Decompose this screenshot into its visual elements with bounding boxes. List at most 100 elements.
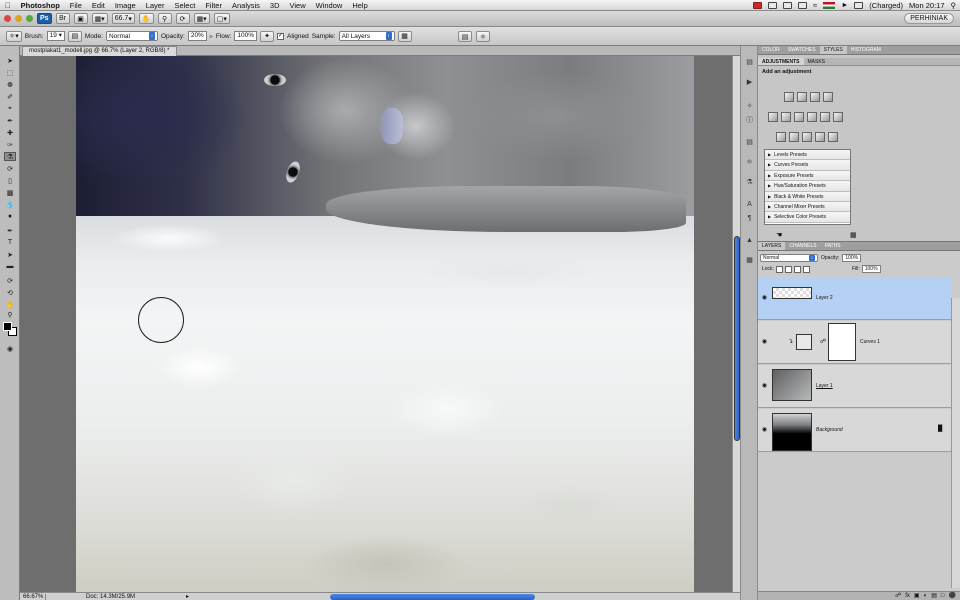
eyedropper-tool-icon[interactable]: ✒ — [4, 116, 16, 125]
canvas-area[interactable] — [20, 56, 732, 592]
sample-select[interactable]: All Layers ↕ — [338, 31, 395, 41]
preset-channel-mixer[interactable]: ▶ Channel Mixer Presets — [765, 201, 850, 213]
quick-selection-tool-icon[interactable]: ✐ — [4, 92, 16, 101]
3d-panel-icon[interactable]: ▲ — [744, 236, 755, 245]
brush-picker[interactable]: 19 ▾ — [46, 31, 65, 41]
pressure-opacity-icon[interactable]: ▹ — [210, 33, 213, 40]
layer-name[interactable]: Background — [816, 427, 843, 433]
brightness-contrast-icon[interactable] — [784, 92, 794, 102]
crop-tool-icon[interactable]: ⌖ — [4, 104, 16, 113]
preset-curves[interactable]: ▶ Curves Presets — [765, 160, 850, 171]
return-to-list-icon[interactable]: ☚ — [776, 231, 782, 239]
clock[interactable]: Mon 20:17 — [909, 1, 944, 10]
new-group-icon[interactable]: ▤ — [931, 592, 937, 600]
preset-levels[interactable]: ▶ Levels Presets — [765, 150, 850, 161]
eye-visibility-icon[interactable]: ◉ — [761, 426, 768, 433]
healing-brush-tool-icon[interactable]: ✚ — [4, 128, 16, 137]
tab-histogram[interactable]: HISTOGRAM — [847, 46, 885, 54]
tab-paths[interactable]: PATHS — [821, 242, 845, 250]
pressure-size-icon[interactable]: ⚛ — [476, 31, 490, 42]
navigator-panel-icon[interactable]: ✧ — [744, 102, 755, 111]
menu-edit[interactable]: Edit — [87, 1, 110, 10]
status-menu-arrow-icon[interactable]: ▸ — [186, 593, 189, 600]
3d-orbit-tool-icon[interactable]: ⟲ — [4, 288, 16, 297]
threshold-icon[interactable] — [802, 132, 812, 142]
lock-position-icon[interactable] — [793, 265, 801, 273]
tab-channels[interactable]: CHANNELS — [785, 242, 820, 250]
window-status-icon[interactable] — [767, 2, 777, 9]
hand-tool-icon[interactable]: ✋ — [138, 13, 154, 24]
brush-tool-icon[interactable]: ✑ — [4, 140, 16, 149]
link-layers-icon[interactable]: ☍ — [895, 592, 901, 600]
marquee-tool-icon[interactable]: ⬚ — [4, 68, 16, 77]
character-panel-icon[interactable]: A — [744, 200, 755, 209]
spotlight-icon[interactable]: ⚲ — [951, 1, 957, 10]
minimize-window-button[interactable] — [15, 15, 22, 22]
zoom-tool-icon[interactable]: ⚲ — [4, 310, 16, 319]
layer-row-layer-2[interactable]: ◉ Layer 2 — [758, 277, 951, 320]
aligned-checkbox[interactable]: ✓ — [277, 32, 285, 40]
apple-menu-icon[interactable]:  — [0, 1, 16, 10]
tab-color[interactable]: COLOR — [758, 46, 784, 54]
black-white-icon[interactable] — [807, 112, 817, 122]
path-selection-tool-icon[interactable]: ➤ — [4, 250, 16, 259]
eraser-tool-icon[interactable]: ▯ — [4, 176, 16, 185]
history-brush-tool-icon[interactable]: ⟳ — [4, 164, 16, 173]
ignore-adjustment-layers-icon[interactable]: ▦ — [397, 30, 412, 42]
menu-select[interactable]: Select — [169, 1, 200, 10]
3d-rotate-tool-icon[interactable]: ⟳ — [4, 276, 16, 285]
input-language-flag-icon[interactable] — [823, 2, 836, 9]
eye-visibility-icon[interactable]: ◉ — [761, 338, 768, 345]
paragraph-panel-icon[interactable]: ¶ — [744, 214, 755, 223]
bluetooth-icon[interactable] — [797, 2, 807, 9]
dodge-tool-icon[interactable]: ● — [4, 212, 16, 221]
vibrance-icon[interactable] — [768, 112, 778, 122]
type-tool-icon[interactable]: T — [4, 238, 16, 247]
blur-tool-icon[interactable]: 💧 — [4, 200, 16, 209]
canvas-vertical-scrollbar[interactable] — [732, 56, 740, 592]
new-adjustment-layer-icon[interactable]: ◐ — [924, 592, 928, 600]
layers-scrollbar[interactable] — [951, 298, 960, 588]
view-extras-button[interactable]: ▦▾ — [91, 13, 108, 24]
arrange-documents-button[interactable]: ▦▾ — [193, 13, 210, 24]
adobe-status-icon[interactable] — [752, 2, 762, 9]
screen-mode-button[interactable]: ▢▾ — [213, 13, 230, 24]
preset-black-white[interactable]: ▶ Black & White Presets — [765, 191, 850, 202]
menu-layer[interactable]: Layer — [141, 1, 170, 10]
menu-image[interactable]: Image — [110, 1, 141, 10]
actions-panel-icon[interactable]: ▶ — [744, 78, 755, 87]
tab-styles[interactable]: STYLES — [819, 46, 847, 54]
quick-mask-icon[interactable]: ◉ — [4, 344, 16, 353]
volume-icon[interactable]: ► — [841, 2, 848, 9]
gradient-tool-icon[interactable]: ▩ — [4, 188, 16, 197]
info-panel-icon[interactable]: ⓘ — [744, 116, 755, 125]
zoom-window-button[interactable] — [26, 15, 33, 22]
eye-visibility-icon[interactable]: ◉ — [761, 382, 768, 389]
levels-icon[interactable] — [797, 92, 807, 102]
menu-window[interactable]: Window — [311, 1, 348, 10]
tab-swatches[interactable]: SWATCHES — [784, 46, 820, 54]
preset-selective-color[interactable]: ▶ Selective Color Presets — [765, 212, 850, 223]
document-image[interactable] — [76, 56, 694, 592]
posterize-icon[interactable] — [789, 132, 799, 142]
wifi-icon[interactable]: ≈ — [813, 1, 817, 10]
lock-transparent-icon[interactable] — [775, 265, 783, 273]
tool-presets-panel-icon[interactable]: ▤ — [744, 138, 755, 147]
preset-exposure[interactable]: ▶ Exposure Presets — [765, 170, 850, 182]
layer-row-curves-1[interactable]: ◉ ↴ ☍ Curves 1 — [758, 321, 951, 364]
menu-analysis[interactable]: Analysis — [227, 1, 265, 10]
mode-select[interactable]: Normal ↕ — [105, 31, 158, 41]
selective-color-icon[interactable] — [828, 132, 838, 142]
panel-toggle-icon[interactable]: ▤ — [458, 31, 472, 42]
add-layer-style-icon[interactable]: fx — [905, 592, 910, 600]
tool-preset-picker-icon[interactable]: ⚛▾ — [6, 30, 22, 42]
menu-app-name[interactable]: Photoshop — [16, 1, 65, 10]
flow-input[interactable]: 100% — [234, 31, 258, 41]
shape-tool-icon[interactable]: ▬ — [4, 262, 16, 271]
add-mask-icon[interactable]: ▣ — [914, 592, 920, 600]
tab-layers[interactable]: LAYERS — [758, 242, 786, 250]
clone-stamp-tool-icon[interactable]: ⚗ — [4, 152, 16, 161]
zoom-level-select[interactable]: 66.7 ▾ — [111, 13, 135, 24]
pen-tool-icon[interactable]: ✒ — [4, 226, 16, 235]
curves-icon[interactable] — [810, 92, 820, 102]
